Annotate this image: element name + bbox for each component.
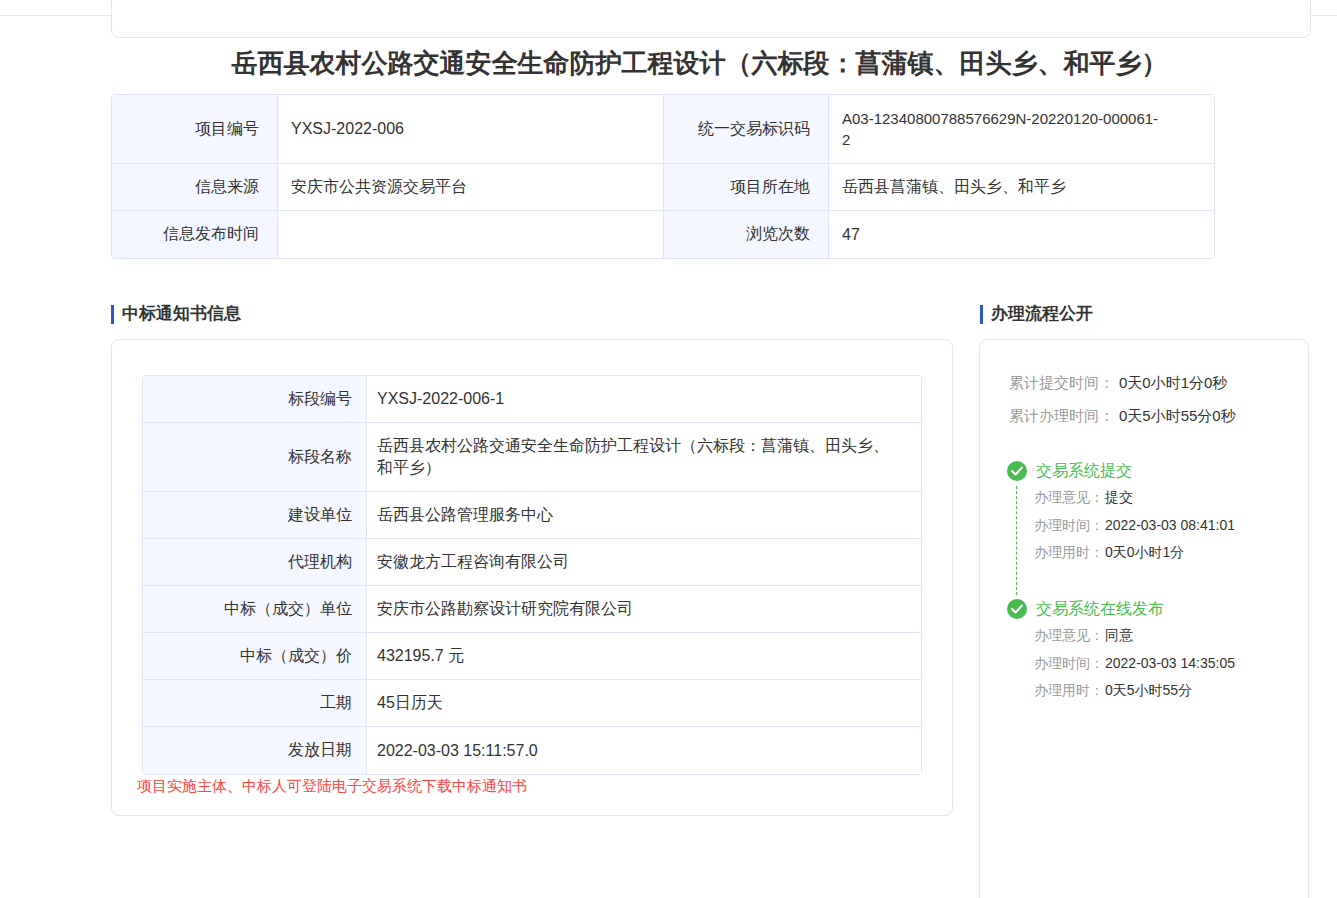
summary-line: 累计提交时间： 0天0小时1分0秒 — [1009, 373, 1289, 393]
top-card — [111, 0, 1311, 38]
step-meta-line: 办理意见：提交 — [1034, 487, 1294, 507]
notice-row-label: 中标（成交）单位 — [143, 586, 366, 632]
notice-section-header: 中标通知书信息 — [111, 304, 241, 324]
step-meta-value: 0天5小时55分 — [1105, 680, 1192, 700]
step-meta-label: 办理时间： — [1034, 517, 1104, 533]
summary-label: 累计提交时间： — [1009, 374, 1114, 391]
step-meta-label: 办理用时： — [1034, 544, 1104, 560]
summary-value: 0天5小时55分0秒 — [1119, 406, 1236, 426]
step-meta-value: 0天0小时1分 — [1105, 542, 1184, 562]
notice-row-value: 岳西县公路管理服务中心 — [367, 492, 921, 538]
process-section-header: 办理流程公开 — [980, 304, 1093, 324]
info-label: 项目所在地 — [664, 164, 828, 210]
info-label: 项目编号 — [112, 95, 277, 163]
section-accent-bar — [980, 305, 983, 324]
summary-value: 0天0小时1分0秒 — [1119, 373, 1227, 393]
step-meta-label: 办理意见： — [1034, 489, 1104, 505]
step-meta-label: 办理意见： — [1034, 627, 1104, 643]
step-meta-line: 办理时间：2022-03-03 08:41:01 — [1034, 515, 1294, 535]
notice-row-label: 中标（成交）价 — [143, 633, 366, 679]
notice-table: 标段编号YXSJ-2022-006-1标段名称岳西县农村公路交通安全生命防护工程… — [142, 375, 922, 775]
timeline-connector — [1016, 486, 1017, 595]
info-value: 安庆市公共资源交易平台 — [278, 164, 663, 210]
step-meta-value: 同意 — [1105, 625, 1133, 645]
info-value: A03-12340800788576629N-20220120-000061-2 — [829, 95, 1214, 163]
step-meta-value: 2022-03-03 14:35:05 — [1105, 653, 1235, 673]
process-card: 累计提交时间： 0天0小时1分0秒累计办理时间： 0天5小时55分0秒交易系统提交办… — [979, 339, 1309, 898]
info-value: YXSJ-2022-006 — [278, 95, 663, 163]
notice-card: 标段编号YXSJ-2022-006-1标段名称岳西县农村公路交通安全生命防护工程… — [111, 339, 953, 816]
step-meta-line: 办理意见：同意 — [1034, 625, 1294, 645]
info-label: 信息来源 — [112, 164, 277, 210]
notice-note: 项目实施主体、中标人可登陆电子交易系统下载中标通知书 — [137, 776, 527, 796]
notice-row-value: YXSJ-2022-006-1 — [367, 376, 921, 422]
info-value — [278, 211, 663, 258]
step-meta-line: 办理用时：0天5小时55分 — [1034, 680, 1294, 700]
step-meta-label: 办理用时： — [1034, 682, 1104, 698]
notice-row-label: 工期 — [143, 680, 366, 726]
notice-row-label: 代理机构 — [143, 539, 366, 585]
summary-line: 累计办理时间： 0天5小时55分0秒 — [1009, 406, 1289, 426]
process-section-title: 办理流程公开 — [991, 304, 1093, 324]
info-label: 浏览次数 — [664, 211, 828, 258]
notice-row-value: 岳西县农村公路交通安全生命防护工程设计（六标段：菖蒲镇、田头乡、和平乡） — [367, 423, 921, 491]
notice-row-label: 标段编号 — [143, 376, 366, 422]
notice-row-value: 安庆市公路勘察设计研究院有限公司 — [367, 586, 921, 632]
info-label: 统一交易标识码 — [664, 95, 828, 163]
notice-row-value: 2022-03-03 15:11:57.0 — [367, 727, 921, 774]
check-circle-icon — [1007, 461, 1027, 481]
notice-row-value: 安徽龙方工程咨询有限公司 — [367, 539, 921, 585]
notice-row-label: 发放日期 — [143, 727, 366, 774]
notice-section-title: 中标通知书信息 — [122, 304, 241, 324]
step-meta-value: 2022-03-03 08:41:01 — [1105, 515, 1235, 535]
step-title: 交易系统提交 — [1036, 461, 1132, 481]
notice-row-value: 45日历天 — [367, 680, 921, 726]
step-meta-label: 办理时间： — [1034, 655, 1104, 671]
step-meta-value: 提交 — [1105, 487, 1133, 507]
notice-row-value: 432195.7 元 — [367, 633, 921, 679]
step-meta-line: 办理时间：2022-03-03 14:35:05 — [1034, 653, 1294, 673]
section-accent-bar — [111, 305, 114, 324]
info-value: 岳西县菖蒲镇、田头乡、和平乡 — [829, 164, 1214, 210]
project-info-table: 项目编号 YXSJ-2022-006 统一交易标识码 A03-123408007… — [111, 94, 1215, 259]
notice-row-label: 建设单位 — [143, 492, 366, 538]
info-label: 信息发布时间 — [112, 211, 277, 258]
step-meta-line: 办理用时：0天0小时1分 — [1034, 542, 1294, 562]
page-title: 岳西县农村公路交通安全生命防护工程设计（六标段：菖蒲镇、田头乡、和平乡） — [111, 46, 1288, 80]
check-circle-icon — [1007, 599, 1027, 619]
info-value: 47 — [829, 211, 1214, 258]
summary-label: 累计办理时间： — [1009, 407, 1114, 424]
notice-row-label: 标段名称 — [143, 423, 366, 491]
step-title: 交易系统在线发布 — [1036, 599, 1164, 619]
